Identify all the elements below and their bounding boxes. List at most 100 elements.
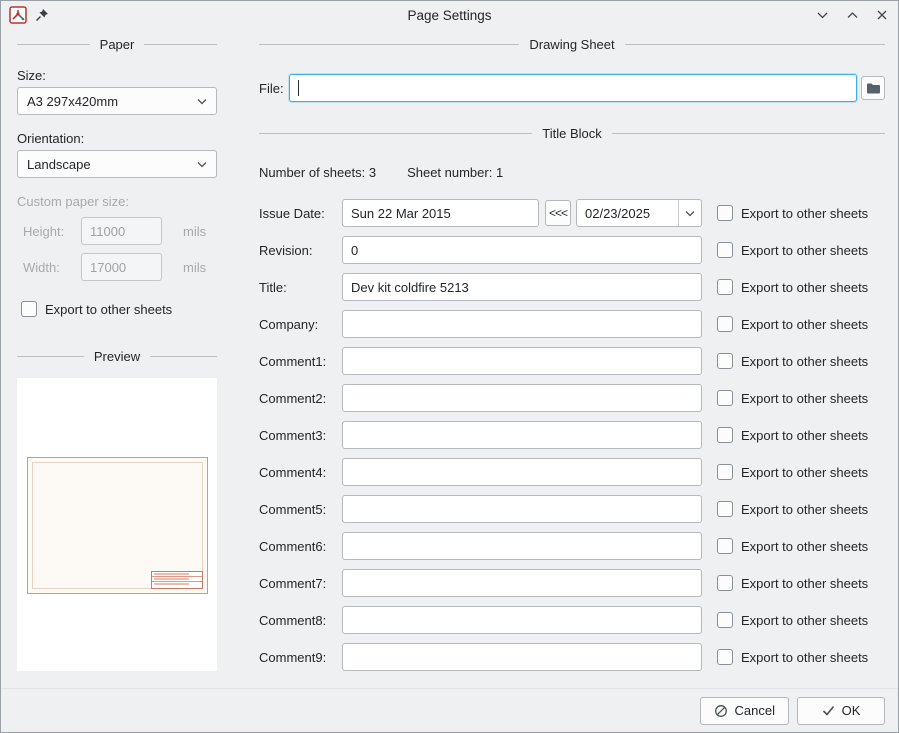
drawing-sheet-panel: Drawing Sheet File: Title Block Number o… <box>248 29 885 671</box>
comment1-label: Comment1: <box>259 354 342 369</box>
preview-frame <box>32 462 203 589</box>
browse-file-button[interactable] <box>861 76 885 100</box>
close-window-icon[interactable] <box>874 7 890 23</box>
export-checkbox-label: Export to other sheets <box>741 391 868 406</box>
file-input[interactable] <box>289 74 857 102</box>
export-checkbox-comment5[interactable]: Export to other sheets <box>717 501 885 517</box>
height-label: Height: <box>17 224 81 239</box>
comment2-input[interactable] <box>342 384 702 412</box>
cancel-button[interactable]: Cancel <box>700 697 789 725</box>
comment5-row: Comment5: Export to other sheets <box>259 495 885 523</box>
checkbox-icon[interactable] <box>717 501 733 517</box>
checkbox-icon[interactable] <box>717 427 733 443</box>
comment4-input[interactable] <box>342 458 702 486</box>
export-checkbox-revision[interactable]: Export to other sheets <box>717 242 885 258</box>
sheets-info-row: Number of sheets: 3 Sheet number: 1 <box>259 165 885 180</box>
checkbox-icon[interactable] <box>717 464 733 480</box>
preview-sheet <box>27 457 208 594</box>
paper-panel: Paper Size: A3 297x420mm Orientation: La… <box>17 29 217 671</box>
export-checkbox-comment1[interactable]: Export to other sheets <box>717 353 885 369</box>
export-checkbox-label: Export to other sheets <box>741 354 868 369</box>
revision-label: Revision: <box>259 243 342 258</box>
checkbox-icon[interactable] <box>21 301 37 317</box>
chevron-down-icon <box>197 161 207 168</box>
checkbox-icon[interactable] <box>717 538 733 554</box>
export-checkbox-label: Export to other sheets <box>741 280 868 295</box>
comment8-label: Comment8: <box>259 613 342 628</box>
checkbox-icon[interactable] <box>717 390 733 406</box>
checkbox-icon[interactable] <box>717 316 733 332</box>
comment6-row: Comment6: Export to other sheets <box>259 532 885 560</box>
comment8-input[interactable] <box>342 606 702 634</box>
comment2-row: Comment2: Export to other sheets <box>259 384 885 412</box>
width-input[interactable] <box>81 253 162 281</box>
export-checkbox-comment2[interactable]: Export to other sheets <box>717 390 885 406</box>
orientation-select[interactable]: Landscape <box>17 150 217 178</box>
orientation-value: Landscape <box>27 157 197 172</box>
export-checkbox-comment3[interactable]: Export to other sheets <box>717 427 885 443</box>
export-checkbox-title[interactable]: Export to other sheets <box>717 279 885 295</box>
drawing-sheet-section-header: Drawing Sheet <box>259 37 885 52</box>
export-checkbox-label: Export to other sheets <box>741 465 868 480</box>
export-checkbox-label: Export to other sheets <box>741 576 868 591</box>
issue-date-input[interactable] <box>342 199 539 227</box>
paper-size-select[interactable]: A3 297x420mm <box>17 87 217 115</box>
export-checkbox-comment8[interactable]: Export to other sheets <box>717 612 885 628</box>
drawing-sheet-section-title: Drawing Sheet <box>529 37 614 52</box>
checkbox-icon[interactable] <box>717 612 733 628</box>
paper-export-checkbox[interactable]: Export to other sheets <box>17 301 217 317</box>
sheet-number-text: Sheet number: 1 <box>407 165 503 180</box>
comment6-label: Comment6: <box>259 539 342 554</box>
export-checkbox-comment4[interactable]: Export to other sheets <box>717 464 885 480</box>
revision-input[interactable] <box>342 236 702 264</box>
title-label: Title: <box>259 280 342 295</box>
export-checkbox-label: Export to other sheets <box>741 650 868 665</box>
revision-row: Revision: Export to other sheets <box>259 236 885 264</box>
export-checkbox-company[interactable]: Export to other sheets <box>717 316 885 332</box>
title-input[interactable] <box>342 273 702 301</box>
chevron-down-icon[interactable] <box>678 200 701 226</box>
cancel-circle-icon <box>714 704 728 718</box>
export-checkbox-comment9[interactable]: Export to other sheets <box>717 649 885 665</box>
file-row: File: <box>259 74 885 102</box>
shade-window-icon[interactable] <box>814 7 830 23</box>
export-checkbox-label: Export to other sheets <box>741 428 868 443</box>
checkbox-icon[interactable] <box>717 575 733 591</box>
export-checkbox-label: Export to other sheets <box>741 243 868 258</box>
comment3-input[interactable] <box>342 421 702 449</box>
issue-date-row: Issue Date: <<< 02/23/2025 Export to oth… <box>259 199 885 227</box>
checkbox-icon[interactable] <box>717 353 733 369</box>
checkbox-icon[interactable] <box>717 242 733 258</box>
comment2-label: Comment2: <box>259 391 342 406</box>
comment6-input[interactable] <box>342 532 702 560</box>
export-checkbox-comment7[interactable]: Export to other sheets <box>717 575 885 591</box>
comment7-label: Comment7: <box>259 576 342 591</box>
checkbox-icon[interactable] <box>717 649 733 665</box>
company-input[interactable] <box>342 310 702 338</box>
company-label: Company: <box>259 317 342 332</box>
comment7-input[interactable] <box>342 569 702 597</box>
paper-size-value: A3 297x420mm <box>27 94 197 109</box>
export-checkbox-comment6[interactable]: Export to other sheets <box>717 538 885 554</box>
comment9-input[interactable] <box>342 643 702 671</box>
company-row: Company: Export to other sheets <box>259 310 885 338</box>
comment8-row: Comment8: Export to other sheets <box>259 606 885 634</box>
ok-button-label: OK <box>842 703 861 718</box>
maximize-window-icon[interactable] <box>844 7 860 23</box>
height-input[interactable] <box>81 217 162 245</box>
issue-date-label: Issue Date: <box>259 206 342 221</box>
paper-export-checkbox-label: Export to other sheets <box>45 302 172 317</box>
custom-paper-size-label: Custom paper size: <box>17 194 217 209</box>
date-picker[interactable]: 02/23/2025 <box>576 199 702 227</box>
ok-button[interactable]: OK <box>797 697 885 725</box>
export-checkbox-issue-date[interactable]: Export to other sheets <box>717 205 885 221</box>
checkbox-icon[interactable] <box>717 205 733 221</box>
export-checkbox-label: Export to other sheets <box>741 317 868 332</box>
checkbox-icon[interactable] <box>717 279 733 295</box>
title-block-section-title: Title Block <box>542 126 601 141</box>
pin-icon[interactable] <box>35 8 49 22</box>
comment5-input[interactable] <box>342 495 702 523</box>
comment1-input[interactable] <box>342 347 702 375</box>
copy-date-button[interactable]: <<< <box>545 200 571 226</box>
cancel-button-label: Cancel <box>735 703 775 718</box>
